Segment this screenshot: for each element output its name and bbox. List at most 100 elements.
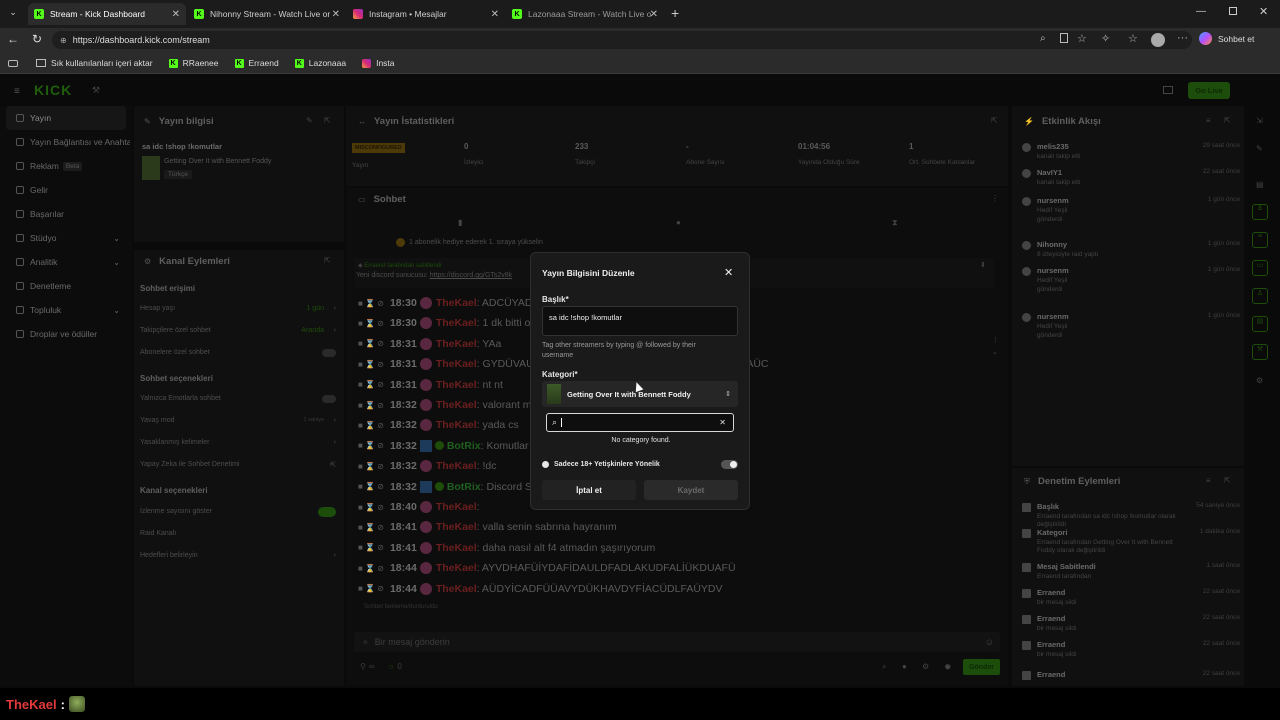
kick-logo[interactable]: KICK: [34, 82, 72, 98]
rail-icon[interactable]: ▤: [1252, 316, 1268, 332]
sidebar-item-analitik[interactable]: Analitik ⌄: [0, 250, 132, 274]
setting-show-viewers[interactable]: İzlenme sayısını göster: [140, 507, 336, 517]
popout-icon[interactable]: ⇱: [1224, 116, 1231, 125]
edit-icon[interactable]: ✎: [306, 116, 313, 125]
immersive-reader-icon[interactable]: [8, 59, 18, 67]
category-search-input[interactable]: ⌕ ✕: [546, 413, 734, 432]
gift-banner[interactable]: 1 abonelik hediye ederek 1. sıraya yükse…: [396, 238, 543, 247]
chat-tool-icon[interactable]: ▮: [458, 218, 462, 227]
tab-list-chevron-icon[interactable]: ⌄: [6, 7, 20, 21]
refresh-icon[interactable]: ↻: [32, 32, 42, 46]
message-username[interactable]: TheKael: [436, 501, 477, 513]
smile-icon[interactable]: ☺: [985, 637, 994, 647]
pin-toggle-icon[interactable]: ⬇: [980, 261, 986, 269]
mod-actions-icon[interactable]: ■ ⌛ ⊘: [358, 482, 384, 491]
search-icon[interactable]: ⌕: [882, 662, 886, 672]
mod-actions-icon[interactable]: ■ ⌛ ⊘: [358, 339, 384, 348]
rail-icon[interactable]: ⚙: [1256, 376, 1263, 385]
message-username[interactable]: TheKael: [436, 521, 477, 533]
popout-icon[interactable]: ⇱: [1224, 476, 1231, 485]
clear-search-icon[interactable]: ✕: [719, 418, 726, 427]
sidebar-item-topluluk[interactable]: Topluluk ⌄: [0, 298, 132, 322]
rail-icon[interactable]: ♙: [1252, 288, 1268, 304]
message-username[interactable]: TheKael: [436, 419, 477, 431]
message-username[interactable]: TheKael: [436, 297, 477, 309]
chat-scroll-icon[interactable]: ⌄: [992, 348, 998, 356]
go-live-button[interactable]: Go Live: [1188, 82, 1230, 99]
mod-actions-icon[interactable]: ■ ⌛ ⊘: [358, 543, 384, 552]
rail-icon[interactable]: ≡: [1252, 232, 1268, 248]
chat-tool-icon[interactable]: ●: [676, 218, 681, 227]
close-icon[interactable]: ✕: [724, 266, 733, 279]
adult-toggle[interactable]: [721, 460, 738, 469]
site-info-icon[interactable]: ⊕: [60, 36, 67, 45]
mod-actions-icon[interactable]: ■ ⌛ ⊘: [358, 523, 384, 532]
extensions-icon[interactable]: ✧: [1101, 32, 1110, 45]
sidebar-item-yayin[interactable]: Yayın: [6, 106, 126, 130]
message-username[interactable]: BotRix: [447, 481, 481, 493]
new-tab-icon[interactable]: +: [671, 5, 679, 21]
sidebar-item-denetleme[interactable]: Denetleme: [0, 274, 132, 298]
favorites-icon[interactable]: ☆: [1128, 32, 1138, 45]
message-username[interactable]: TheKael: [436, 562, 477, 574]
cancel-button[interactable]: İptal et: [542, 480, 636, 500]
message-username[interactable]: BotRix: [447, 440, 481, 452]
sidebar-item-studyo[interactable]: Stüdyo ⌄: [0, 226, 132, 250]
mod-actions-icon[interactable]: ■ ⌛ ⊘: [358, 360, 384, 369]
zoom-icon[interactable]: ⌕: [1040, 33, 1046, 44]
message-username[interactable]: TheKael: [436, 358, 477, 370]
rail-icon[interactable]: ▭: [1252, 260, 1268, 276]
toggle-off[interactable]: [322, 395, 336, 403]
chat-tool-icon[interactable]: ⧗: [892, 218, 898, 228]
close-window-icon[interactable]: ✕: [1259, 5, 1268, 18]
copilot-button[interactable]: Sohbet et: [1199, 32, 1254, 45]
message-username[interactable]: TheKael: [436, 399, 477, 411]
settings-icon[interactable]: ⚙: [922, 662, 929, 671]
discord-link[interactable]: https://discord.gg/GTs2v8k: [430, 272, 512, 279]
message-username[interactable]: TheKael: [436, 317, 477, 329]
popout-icon[interactable]: ⇱: [324, 256, 331, 265]
message-username[interactable]: TheKael: [436, 379, 477, 391]
setting-slow-mode[interactable]: Yavaş mod 1 saniye ›: [140, 417, 336, 424]
favorite-star-icon[interactable]: ☆: [1077, 32, 1087, 45]
toggle-off[interactable]: [322, 349, 336, 357]
setting-goals[interactable]: Hedefleri belirleyin ›: [140, 552, 336, 559]
toggle-on[interactable]: [318, 507, 336, 517]
close-tab-icon[interactable]: ✕: [172, 9, 180, 20]
layout-icon[interactable]: [1163, 86, 1173, 94]
message-username[interactable]: TheKael: [436, 460, 477, 472]
minimize-icon[interactable]: —: [1196, 6, 1206, 17]
bookmark-import[interactable]: Sık kullanılanları içeri aktar: [36, 58, 153, 68]
save-button[interactable]: Kaydet: [644, 480, 738, 500]
send-button[interactable]: Gönder: [963, 659, 1000, 675]
message-username[interactable]: TheKael: [436, 583, 477, 595]
setting-sub-chat[interactable]: Abonelere özel sohbet: [140, 349, 336, 357]
filter-icon[interactable]: ≡: [1206, 476, 1211, 485]
tab-lazonaaa[interactable]: K Lazonaaa Stream - Watch Live on ✕: [506, 3, 664, 25]
mod-actions-icon[interactable]: ■ ⌛ ⊘: [358, 421, 384, 430]
setting-ai-moderation[interactable]: Yapay Zeka ile Sohbet Denetimi ⇱: [140, 461, 336, 469]
bookmark-lazonaaa[interactable]: K Lazonaaa: [294, 58, 346, 68]
mod-actions-icon[interactable]: ■ ⌛ ⊘: [358, 401, 384, 410]
close-tab-icon[interactable]: ✕: [332, 9, 340, 20]
reader-icon[interactable]: [1060, 33, 1068, 43]
tab-nihonny[interactable]: K Nihonny Stream - Watch Live on K ✕: [188, 3, 346, 25]
filter-icon[interactable]: ≡: [1206, 116, 1211, 125]
chat-more-icon[interactable]: ⋮: [992, 336, 999, 344]
rail-icon[interactable]: ▤: [1256, 180, 1264, 189]
bookmark-insta[interactable]: Insta: [362, 58, 395, 68]
mod-actions-icon[interactable]: ■ ⌛ ⊘: [358, 299, 384, 308]
restore-icon[interactable]: [1229, 7, 1237, 15]
chat-bubble-icon[interactable]: ●: [902, 662, 907, 671]
bookmark-rraenee[interactable]: K RRaenee: [168, 58, 219, 68]
close-tab-icon[interactable]: ✕: [491, 9, 499, 20]
tab-instagram[interactable]: Instagram • Mesajlar ✕: [347, 3, 505, 25]
menu-icon[interactable]: ≡: [14, 86, 20, 97]
sidebar-item-gelir[interactable]: Gelir: [0, 178, 132, 202]
mod-actions-icon[interactable]: ■ ⌛ ⊘: [358, 503, 384, 512]
mod-actions-icon[interactable]: ■ ⌛ ⊘: [358, 441, 384, 450]
tab-kick-dashboard[interactable]: K Stream - Kick Dashboard ✕: [28, 3, 186, 25]
setting-account-age[interactable]: Hesap yaşı 1 gün ›: [140, 305, 336, 312]
rail-icon[interactable]: ✎: [1256, 144, 1263, 153]
sidebar-item-reklam[interactable]: Reklam Beta: [0, 154, 132, 178]
